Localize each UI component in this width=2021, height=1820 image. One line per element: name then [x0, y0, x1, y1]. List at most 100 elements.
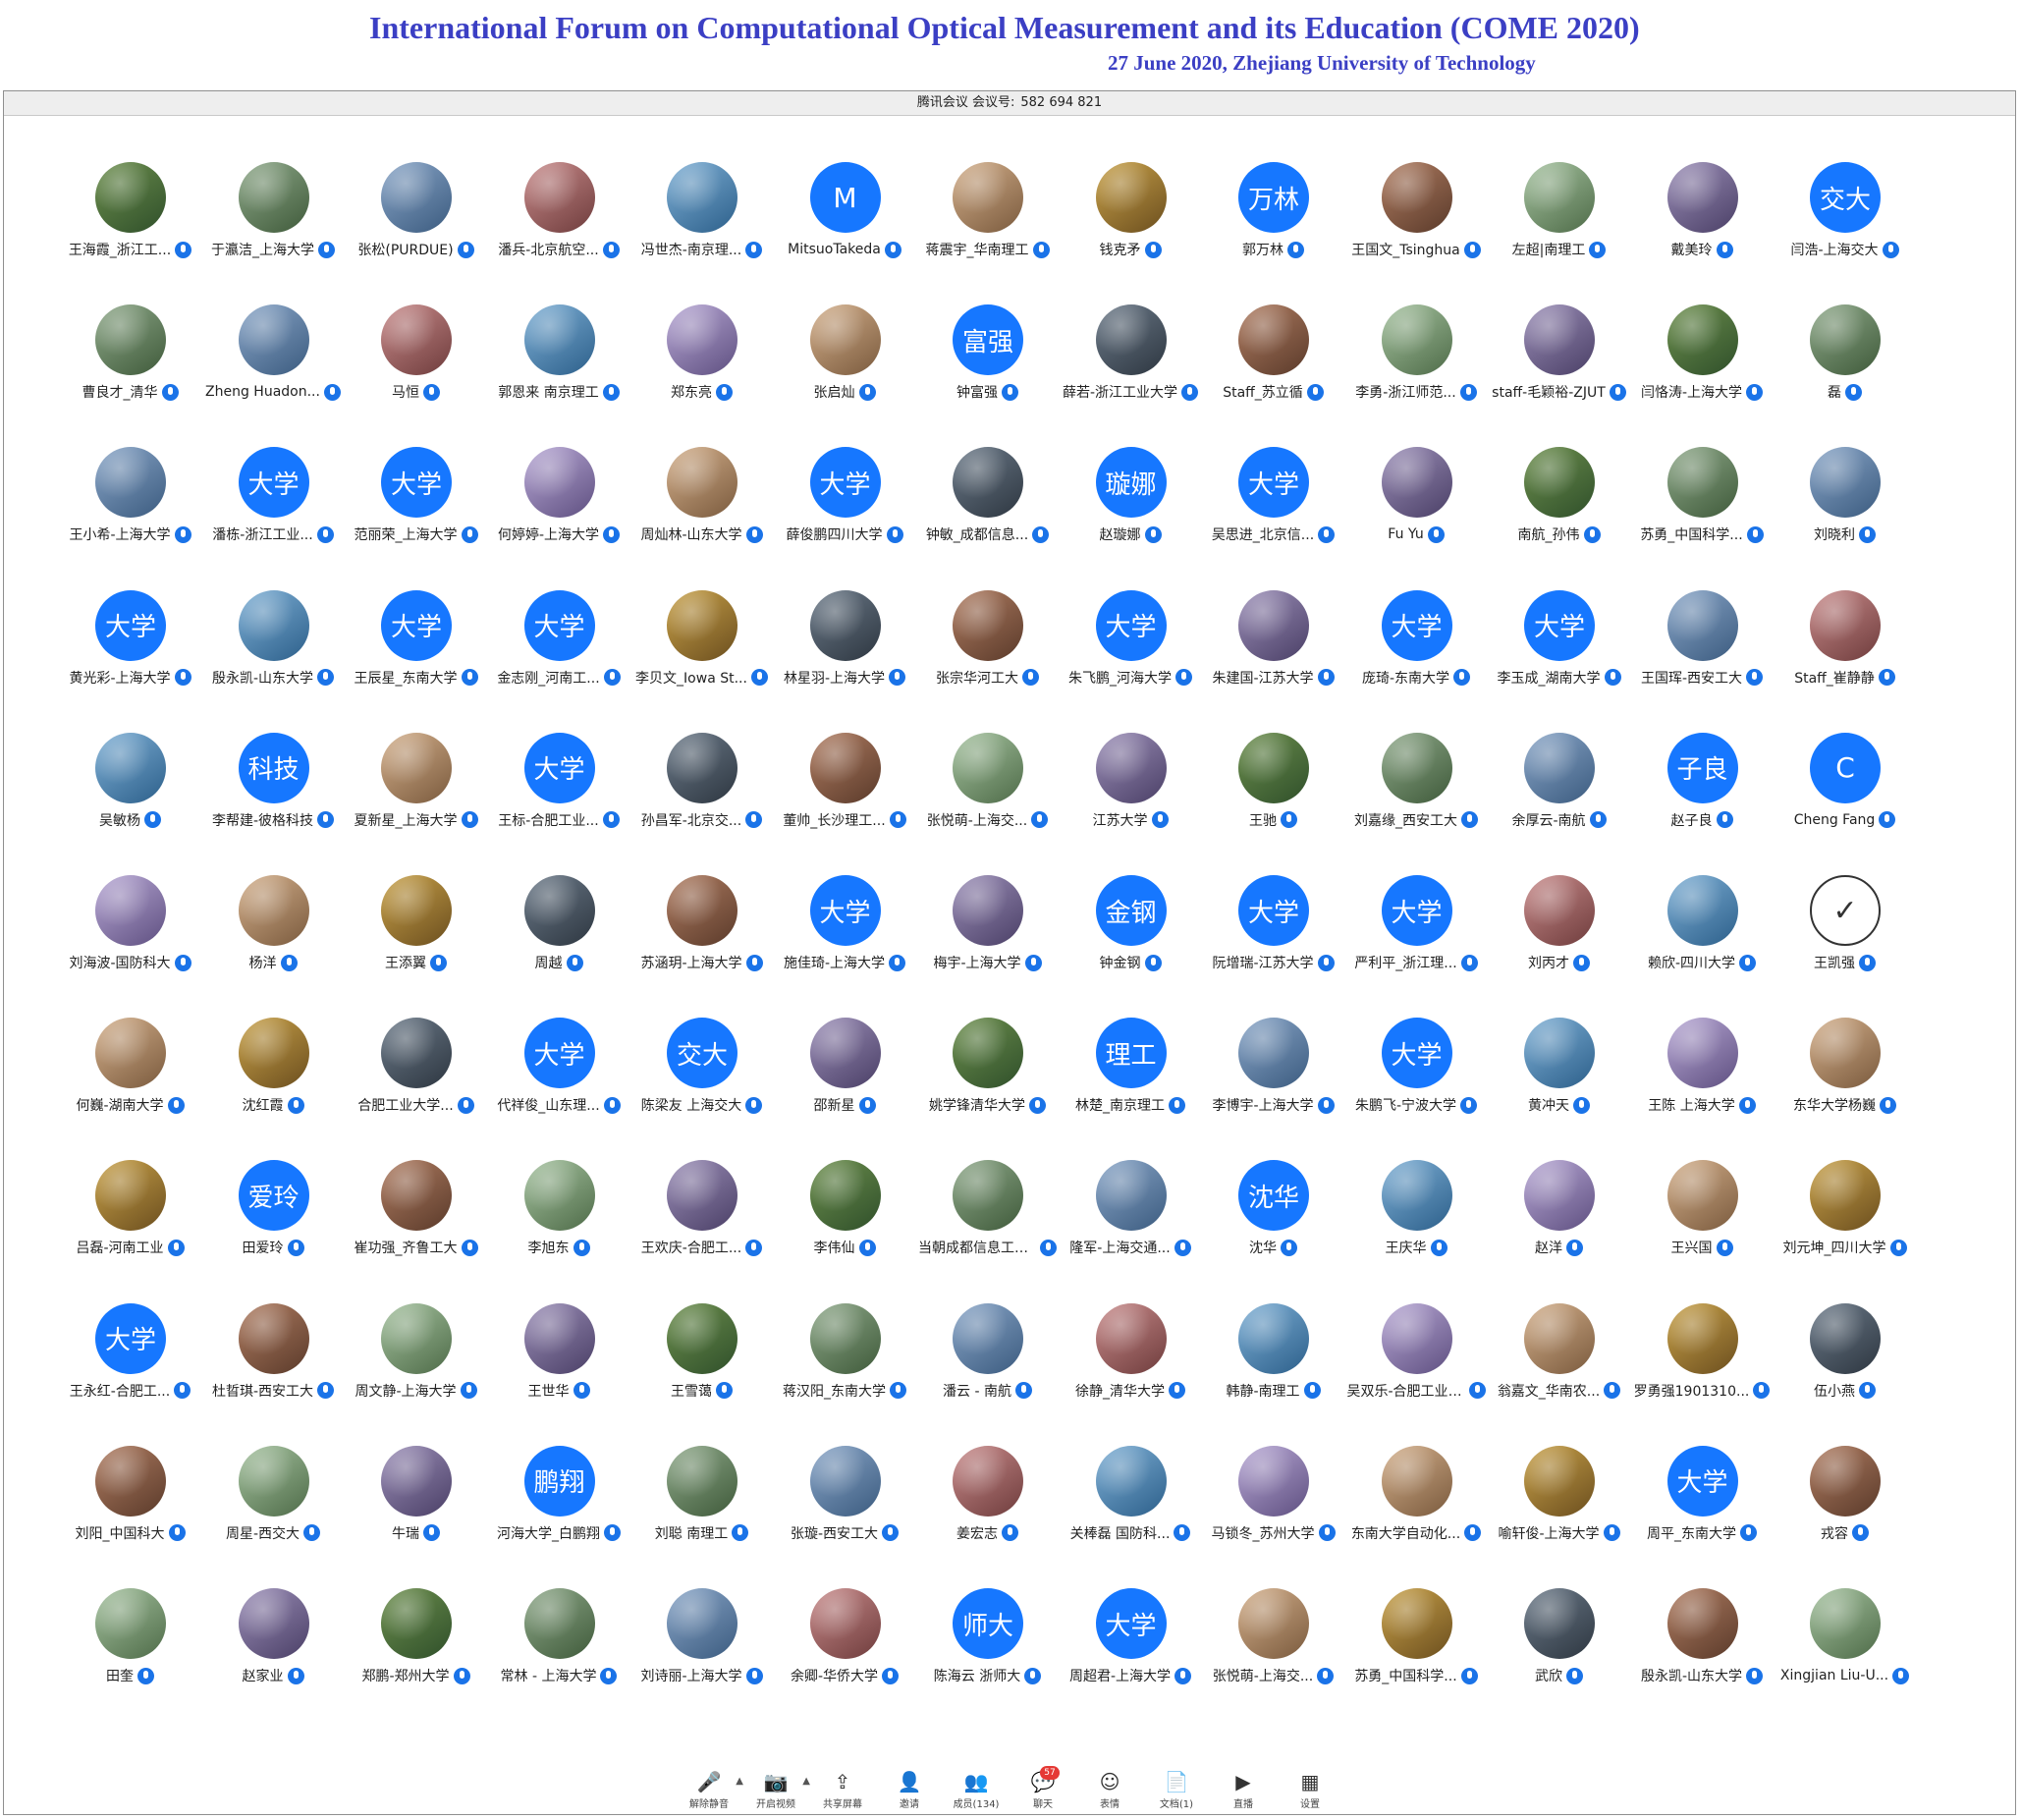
participant-tile[interactable]: 何巍-湖南大学 — [59, 1018, 201, 1160]
participant-tile[interactable]: 曹良才_清华 — [59, 304, 201, 447]
participant-tile[interactable]: 刘嘉缘_西安工大 — [1345, 732, 1488, 875]
participant-tile[interactable]: 大学 李玉成_湖南大学 — [1488, 589, 1630, 733]
participant-tile[interactable]: 何婷婷-上海大学 — [488, 447, 630, 589]
chat-button[interactable]: 💬 聊天 57 — [1020, 1766, 1065, 1810]
participant-tile[interactable]: 李伟仙 — [774, 1160, 916, 1302]
participant-tile[interactable]: 周越 — [488, 875, 630, 1018]
participant-tile[interactable]: 周文静-上海大学 — [345, 1302, 487, 1446]
participant-tile[interactable]: 东华大学杨巍 — [1774, 1018, 1916, 1160]
participant-tile[interactable]: 大学 金志刚_河南工... — [488, 589, 630, 733]
participant-tile[interactable]: 蒋震宇_华南理工 — [916, 162, 1059, 304]
participant-tile[interactable]: 王添翼 — [345, 875, 487, 1018]
participant-tile[interactable]: 姜宏志 — [916, 1445, 1059, 1588]
participant-tile[interactable]: 合肥工业大学... — [345, 1018, 487, 1160]
participant-tile[interactable]: 隆军-上海交通... — [1060, 1160, 1202, 1302]
participant-tile[interactable]: 徐静_清华大学 — [1060, 1302, 1202, 1446]
participant-tile[interactable]: Xingjian Liu-U... — [1774, 1588, 1916, 1731]
participant-tile[interactable]: 刘诗丽-上海大学 — [630, 1588, 773, 1731]
participant-tile[interactable]: 爱玲 田爱玲 — [202, 1160, 345, 1302]
participant-tile[interactable]: 大学 代祥俊_山东理... — [488, 1018, 630, 1160]
participant-tile[interactable]: 璇娜 赵璇娜 — [1060, 447, 1202, 589]
participant-tile[interactable]: Zheng Huadon... — [202, 304, 345, 447]
participant-tile[interactable]: 刘丙才 — [1488, 875, 1630, 1018]
participant-tile[interactable]: 喻轩俊-上海大学 — [1488, 1445, 1630, 1588]
participant-tile[interactable]: 苏涵玥-上海大学 — [630, 875, 773, 1018]
participant-tile[interactable]: ✓ 王凯强 — [1774, 875, 1916, 1018]
participant-tile[interactable]: 王国文_Tsinghua — [1345, 162, 1488, 304]
participant-tile[interactable]: 张宗华河工大 — [916, 589, 1059, 733]
participant-tile[interactable]: 赵洋 — [1488, 1160, 1630, 1302]
participant-tile[interactable]: 李贝文_Iowa St... — [630, 589, 773, 733]
participant-tile[interactable]: 牛瑞 — [345, 1445, 487, 1588]
participant-tile[interactable]: 伍小燕 — [1774, 1302, 1916, 1446]
participant-tile[interactable]: 大学 王标-合肥工业... — [488, 732, 630, 875]
docs-button[interactable]: 📄 文档(1) — [1154, 1770, 1199, 1810]
participant-tile[interactable]: M MitsuoTakeda — [774, 162, 916, 304]
participant-tile[interactable]: 闫恪涛-上海大学 — [1631, 304, 1774, 447]
participant-tile[interactable]: 马锁冬_苏州大学 — [1202, 1445, 1344, 1588]
participant-tile[interactable]: 钱克矛 — [1060, 162, 1202, 304]
participant-tile[interactable]: 韩静-南理工 — [1202, 1302, 1344, 1446]
participant-tile[interactable]: 磊 — [1774, 304, 1916, 447]
participant-tile[interactable]: 大学 朱飞鹏_河海大学 — [1060, 589, 1202, 733]
participant-tile[interactable]: 钟敏_成都信息... — [916, 447, 1059, 589]
caret-up-icon[interactable]: ▲ — [736, 1776, 743, 1787]
participant-tile[interactable]: 戎容 — [1774, 1445, 1916, 1588]
participant-tile[interactable]: 梅宇-上海大学 — [916, 875, 1059, 1018]
settings-button[interactable]: ▦ 设置 — [1287, 1770, 1333, 1810]
participant-tile[interactable]: 郭恩来 南京理工 — [488, 304, 630, 447]
participant-tile[interactable]: 李勇-浙江师范... — [1345, 304, 1488, 447]
participant-tile[interactable]: 当朝成都信息工程... — [916, 1160, 1059, 1302]
participant-tile[interactable]: 蒋汉阳_东南大学 — [774, 1302, 916, 1446]
participant-tile[interactable]: 大学 施佳琦-上海大学 — [774, 875, 916, 1018]
participant-tile[interactable]: 崔功强_齐鲁工大 — [345, 1160, 487, 1302]
participant-tile[interactable]: 王陈 上海大学 — [1631, 1018, 1774, 1160]
participant-tile[interactable]: 大学 王辰星_东南大学 — [345, 589, 487, 733]
participant-tile[interactable]: 鹏翔 河海大学_白鹏翔 — [488, 1445, 630, 1588]
participant-tile[interactable]: 大学 阮增瑞-江苏大学 — [1202, 875, 1344, 1018]
participant-tile[interactable]: 殷永凯-山东大学 — [202, 589, 345, 733]
participant-tile[interactable]: 郑鹏-郑州大学 — [345, 1588, 487, 1731]
participant-tile[interactable]: 冯世杰-南京理... — [630, 162, 773, 304]
participant-tile[interactable]: 刘海波-国防科大 — [59, 875, 201, 1018]
participant-tile[interactable]: 科技 李帮建-彼格科技 — [202, 732, 345, 875]
participant-tile[interactable]: 罗勇强1901310... — [1631, 1302, 1774, 1446]
participant-tile[interactable]: 翁嘉文_华南农... — [1488, 1302, 1630, 1446]
participant-tile[interactable]: 东南大学自动化... — [1345, 1445, 1488, 1588]
participant-tile[interactable]: 富强 钟富强 — [916, 304, 1059, 447]
participant-tile[interactable]: 王雪蔼 — [630, 1302, 773, 1446]
members-button[interactable]: 👥 成员(134) — [954, 1770, 1000, 1810]
invite-button[interactable]: 👤 邀请 — [887, 1770, 932, 1810]
participant-tile[interactable]: 江苏大学 — [1060, 732, 1202, 875]
participant-tile[interactable]: 王庆华 — [1345, 1160, 1488, 1302]
participant-tile[interactable]: 潘云 - 南航 — [916, 1302, 1059, 1446]
participant-tile[interactable]: 左超|南理工 — [1488, 162, 1630, 304]
participant-tile[interactable]: 吴敏杨 — [59, 732, 201, 875]
participant-tile[interactable]: 赖欣-四川大学 — [1631, 875, 1774, 1018]
unmute-button[interactable]: 🎤 解除静音 ▲ — [686, 1770, 743, 1810]
participant-tile[interactable]: 王欢庆-合肥工... — [630, 1160, 773, 1302]
participant-tile[interactable]: 吕磊-河南工业 — [59, 1160, 201, 1302]
participant-tile[interactable]: 大学 庞琦-东南大学 — [1345, 589, 1488, 733]
participant-tile[interactable]: Fu Yu — [1345, 447, 1488, 589]
participant-tile[interactable]: 刘元坤_四川大学 — [1774, 1160, 1916, 1302]
participant-tile[interactable]: 周星-西交大 — [202, 1445, 345, 1588]
participant-tile[interactable]: 大学 周超君-上海大学 — [1060, 1588, 1202, 1731]
meeting-id[interactable]: 582 694 821 — [1020, 95, 1102, 110]
participant-tile[interactable]: 关棒磊 国防科... — [1060, 1445, 1202, 1588]
participant-tile[interactable]: Staff_崔静静 — [1774, 589, 1916, 733]
participant-tile[interactable]: 董帅_长沙理工... — [774, 732, 916, 875]
participant-tile[interactable]: Staff_苏立循 — [1202, 304, 1344, 447]
participant-tile[interactable]: 理工 林楚_南京理工 — [1060, 1018, 1202, 1160]
emoji-button[interactable]: ☺ 表情 — [1087, 1770, 1132, 1810]
participant-tile[interactable]: 邵新星 — [774, 1018, 916, 1160]
participant-tile[interactable]: 王世华 — [488, 1302, 630, 1446]
participant-tile[interactable]: 大学 朱鹏飞-宁波大学 — [1345, 1018, 1488, 1160]
participant-tile[interactable]: 张璇-西安工大 — [774, 1445, 916, 1588]
participant-tile[interactable]: 大学 周平_东南大学 — [1631, 1445, 1774, 1588]
participant-tile[interactable]: 余卿-华侨大学 — [774, 1588, 916, 1731]
participant-tile[interactable]: 常林 - 上海大学 — [488, 1588, 630, 1731]
participant-tile[interactable]: 潘兵-北京航空... — [488, 162, 630, 304]
participant-tile[interactable]: 王国珲-西安工大 — [1631, 589, 1774, 733]
participant-tile[interactable]: staff-毛颖裕-ZJUT — [1488, 304, 1630, 447]
